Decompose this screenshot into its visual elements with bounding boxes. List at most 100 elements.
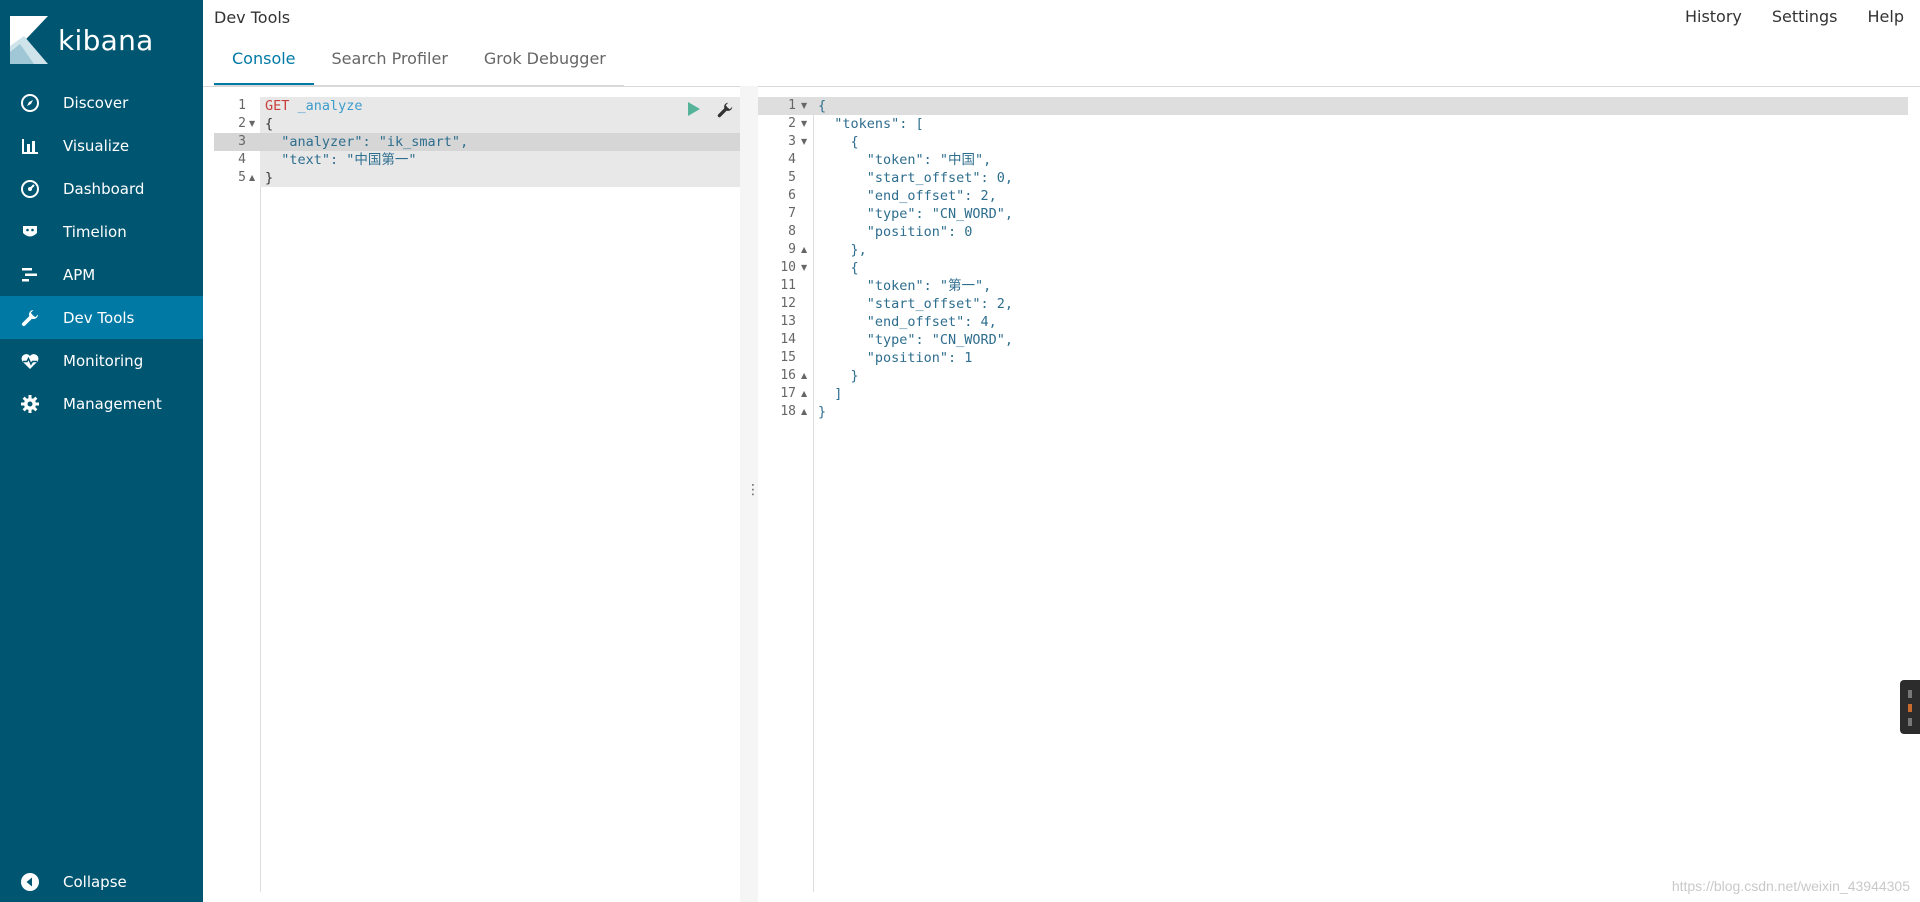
sidebar-item-label: Dashboard — [63, 179, 145, 198]
timelion-icon — [20, 222, 40, 242]
line-number: 6 — [788, 188, 796, 203]
help-link[interactable]: Help — [1868, 7, 1904, 26]
app-name: kibana — [58, 23, 154, 57]
response-code-line: "start_offset": 0, — [818, 170, 1014, 186]
wrench-icon — [20, 308, 40, 328]
sidebar-item-visualize[interactable]: Visualize — [0, 124, 203, 167]
scroll-marker — [1908, 718, 1912, 726]
response-code-line: "end_offset": 4, — [818, 314, 997, 330]
sidebar-item-label: APM — [63, 265, 96, 284]
request-editor-gutter — [214, 97, 261, 892]
kibana-logo[interactable]: kibana — [10, 16, 154, 64]
run-request-icon[interactable] — [687, 101, 701, 117]
sidebar-item-label: Visualize — [63, 136, 130, 155]
scroll-marker — [1908, 704, 1912, 712]
line-number: 3 — [788, 134, 796, 149]
response-code-line: "end_offset": 2, — [818, 188, 997, 204]
response-code-line: "token": "中国", — [818, 152, 992, 168]
fold-toggle-icon[interactable]: ▲ — [801, 385, 807, 403]
sidebar-item-monitoring[interactable]: Monitoring — [0, 339, 203, 382]
code-line: { — [265, 116, 274, 132]
tab-grok-debugger[interactable]: Grok Debugger — [466, 44, 624, 85]
scroll-marker — [1908, 690, 1912, 698]
code-line: "analyzer": "ik_smart", — [265, 134, 469, 150]
request-editor[interactable] — [214, 97, 740, 892]
sidebar-item-discover[interactable]: Discover — [0, 81, 203, 124]
heartbeat-icon — [20, 351, 40, 371]
request-method: GET — [265, 98, 290, 114]
tab-console[interactable]: Console — [214, 44, 314, 85]
sidebar-item-dashboard[interactable]: Dashboard — [0, 167, 203, 210]
response-code-line: "start_offset": 2, — [818, 296, 1014, 312]
sidebar-item-apm[interactable]: APM — [0, 253, 203, 296]
sidebar-item-label: Management — [63, 394, 162, 413]
response-code-line: { — [818, 98, 827, 114]
line-number: 4 — [238, 152, 246, 167]
compass-icon — [20, 93, 40, 113]
collapse-arrow-icon — [20, 872, 40, 892]
dashboard-icon — [20, 179, 40, 199]
history-link[interactable]: History — [1685, 7, 1742, 26]
line-number: 7 — [788, 206, 796, 221]
collapse-button[interactable]: Collapse — [0, 862, 203, 902]
fold-toggle-icon[interactable]: ▼ — [801, 133, 807, 151]
code-line: } — [265, 170, 274, 186]
line-number: 11 — [780, 278, 796, 293]
side-scroll-widget[interactable] — [1900, 680, 1920, 734]
settings-link[interactable]: Settings — [1772, 7, 1838, 26]
apm-icon — [20, 265, 40, 285]
fold-toggle-icon[interactable]: ▲ — [249, 169, 255, 187]
line-number: 4 — [788, 152, 796, 167]
line-number: 12 — [780, 296, 796, 311]
fold-toggle-icon[interactable]: ▲ — [801, 241, 807, 259]
dev-tools-tabs: Console Search Profiler Grok Debugger — [214, 44, 624, 86]
response-code-line: { — [818, 260, 859, 276]
response-code-line: "position": 1 — [818, 350, 973, 366]
response-code-line: "type": "CN_WORD", — [818, 332, 1014, 348]
response-code-line: }, — [818, 242, 867, 258]
sidebar-nav: Discover Visualize Dashboard Timelion AP… — [0, 81, 203, 425]
sidebar-item-dev-tools[interactable]: Dev Tools — [0, 296, 203, 339]
line-number: 5 — [788, 170, 796, 185]
watermark: https://blog.csdn.net/weixin_43944305 — [1671, 878, 1910, 894]
fold-toggle-icon[interactable]: ▲ — [801, 367, 807, 385]
line-number: 17 — [780, 386, 796, 401]
bar-chart-icon — [20, 136, 40, 156]
response-code-line: "type": "CN_WORD", — [818, 206, 1014, 222]
line-number: 2 — [788, 116, 796, 131]
line-number: 10 — [780, 260, 796, 275]
sidebar-item-label: Dev Tools — [63, 308, 135, 327]
request-options-wrench-icon[interactable] — [716, 101, 734, 119]
sidebar: kibana Discover Visualize Dashboard Time… — [0, 0, 203, 902]
request-line: GET _analyze — [265, 97, 363, 115]
sidebar-item-timelion[interactable]: Timelion — [0, 210, 203, 253]
line-number: 18 — [780, 404, 796, 419]
sidebar-item-management[interactable]: Management — [0, 382, 203, 425]
line-number: 15 — [780, 350, 796, 365]
top-links: History Settings Help — [1671, 7, 1920, 26]
fold-toggle-icon[interactable]: ▼ — [801, 115, 807, 133]
line-number: 3 — [238, 134, 246, 149]
fold-toggle-icon[interactable]: ▲ — [801, 403, 807, 421]
response-code-line: "tokens": [ — [818, 116, 924, 132]
sidebar-item-label: Discover — [63, 93, 129, 112]
kibana-logo-icon — [10, 16, 48, 64]
request-url: _analyze — [297, 98, 363, 114]
fold-toggle-icon[interactable]: ▼ — [249, 115, 255, 133]
line-number: 9 — [788, 242, 796, 257]
line-number: 13 — [780, 314, 796, 329]
fold-toggle-icon[interactable]: ▼ — [801, 97, 807, 115]
fold-toggle-icon[interactable]: ▼ — [801, 259, 807, 277]
response-code-line: ] — [818, 386, 843, 402]
code-line: "text": "中国第一" — [265, 152, 417, 168]
editor-resizer[interactable]: ⋮ — [740, 86, 760, 902]
line-number: 14 — [780, 332, 796, 347]
response-code-line: { — [818, 134, 859, 150]
response-code-line: } — [818, 368, 859, 384]
line-number: 2 — [238, 116, 246, 131]
tab-search-profiler[interactable]: Search Profiler — [314, 44, 466, 85]
sidebar-item-label: Timelion — [63, 222, 127, 241]
line-number: 1 — [788, 98, 796, 113]
line-number: 8 — [788, 224, 796, 239]
line-number: 16 — [780, 368, 796, 383]
